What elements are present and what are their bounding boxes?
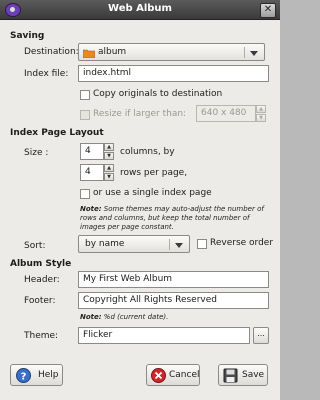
columns-down-icon[interactable]: ▼: [104, 152, 114, 160]
sort-value: by name: [85, 239, 125, 249]
resize-input[interactable]: 640 x 480: [196, 105, 256, 122]
resize-label: Resize if larger than:: [93, 109, 187, 119]
header-input[interactable]: My First Web Album: [78, 271, 269, 288]
cancel-label: Cancel: [169, 370, 200, 380]
footer-input[interactable]: Copyright All Rights Reserved: [78, 292, 269, 309]
rows-input[interactable]: 4: [80, 164, 104, 181]
columns-input[interactable]: 4: [80, 143, 104, 160]
web-album-dialog: Web Album ✕ Saving Destination: album In…: [0, 0, 280, 400]
footer-note-text: %d (current date).: [101, 313, 169, 321]
save-label: Save: [242, 370, 265, 380]
columns-stepper[interactable]: 4 ▲ ▼: [80, 143, 114, 160]
reverse-order-checkbox[interactable]: [197, 239, 207, 249]
columns-up-icon[interactable]: ▲: [104, 143, 114, 151]
chevron-down-icon: [175, 243, 183, 248]
rows-down-icon[interactable]: ▼: [104, 173, 114, 181]
destination-label: Destination:: [24, 47, 79, 57]
title-bar: Web Album ✕: [0, 0, 280, 20]
header-label: Header:: [24, 275, 60, 285]
resize-down-icon[interactable]: ▼: [256, 114, 266, 122]
sort-combo-separator: [169, 239, 170, 250]
copy-originals-checkbox[interactable]: [80, 90, 90, 100]
cancel-icon: [151, 368, 166, 383]
chevron-down-icon: [250, 51, 258, 56]
destination-value: album: [98, 47, 127, 57]
close-window-button[interactable]: ✕: [260, 3, 276, 18]
sort-label: Sort:: [24, 241, 46, 251]
reverse-order-label: Reverse order: [210, 238, 274, 248]
layout-heading: Index Page Layout: [10, 128, 104, 138]
rows-up-icon[interactable]: ▲: [104, 164, 114, 172]
destination-combo[interactable]: album: [78, 43, 265, 61]
resize-checkbox[interactable]: [80, 110, 90, 120]
theme-label: Theme:: [24, 331, 59, 341]
footer-note: Note: %d (current date).: [80, 313, 270, 322]
close-icon: ✕: [263, 4, 273, 15]
layout-note-bold: Note:: [80, 205, 102, 213]
window-title: Web Album: [108, 3, 172, 14]
size-label: Size :: [24, 148, 49, 158]
folder-icon: [83, 49, 95, 58]
resize-up-icon[interactable]: ▲: [256, 105, 266, 113]
theme-input[interactable]: Flicker: [78, 327, 250, 344]
rows-suffix: rows per page,: [120, 168, 188, 178]
saving-heading: Saving: [10, 31, 45, 41]
help-label: Help: [38, 370, 59, 380]
help-button[interactable]: ? Help: [10, 364, 63, 386]
single-page-label: or use a single index page: [93, 188, 212, 198]
style-heading: Album Style: [10, 259, 72, 269]
index-file-input[interactable]: index.html: [78, 65, 269, 82]
save-button[interactable]: Save: [218, 364, 268, 386]
copy-originals-label: Copy originals to destination: [93, 89, 223, 99]
columns-suffix: columns, by: [120, 147, 175, 157]
cancel-button[interactable]: Cancel: [146, 364, 200, 386]
footer-note-bold: Note:: [80, 313, 102, 321]
resize-stepper[interactable]: ▲ ▼: [256, 105, 268, 122]
save-icon: [223, 368, 238, 383]
svg-text:?: ?: [21, 372, 27, 383]
layout-note: Note: Some themes may auto-adjust the nu…: [80, 205, 270, 232]
theme-browse-button[interactable]: ...: [253, 327, 269, 344]
single-page-checkbox[interactable]: [80, 189, 90, 199]
index-file-label: Index file:: [24, 69, 69, 79]
rows-stepper[interactable]: 4 ▲ ▼: [80, 164, 114, 181]
footer-label: Footer:: [24, 296, 56, 306]
sort-combo[interactable]: by name: [78, 235, 190, 253]
layout-note-text: Some themes may auto-adjust the number o…: [80, 205, 264, 231]
combo-separator: [244, 47, 245, 58]
help-icon: ?: [16, 368, 31, 383]
